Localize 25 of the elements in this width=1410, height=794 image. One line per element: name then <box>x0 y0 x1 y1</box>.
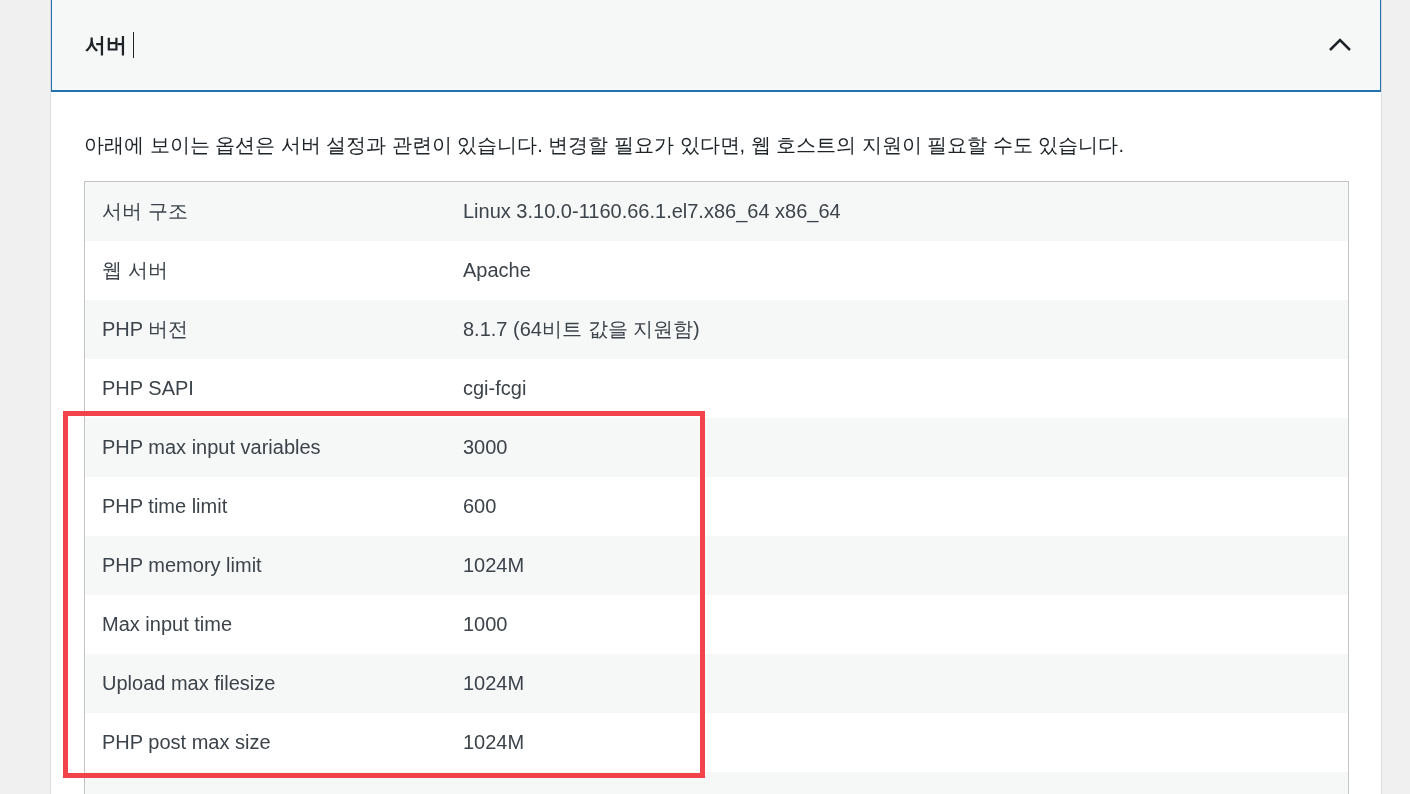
setting-label: PHP max input variables <box>101 436 322 459</box>
text-cursor-icon <box>133 32 134 58</box>
section-header[interactable]: 서버 <box>51 0 1381 92</box>
setting-value: cgi-fcgi <box>463 377 527 400</box>
setting-value: 600 <box>463 495 497 518</box>
chevron-up-icon[interactable] <box>1328 38 1352 52</box>
setting-label: PHP SAPI <box>101 377 195 400</box>
setting-value: 8.1.7 (64비트 값을 지원함) <box>463 317 700 342</box>
setting-label: 서버 구조 <box>101 199 189 224</box>
setting-label: PHP memory limit <box>101 554 263 577</box>
setting-label: PHP time limit <box>101 495 229 518</box>
setting-label: PHP post max size <box>101 731 272 754</box>
setting-value: 1024M <box>463 554 525 577</box>
section-title: 서버 <box>85 32 127 58</box>
setting-value: Linux 3.10.0-1160.66.1.el7.x86_64 x86_64 <box>463 200 841 223</box>
setting-label: PHP 버전 <box>101 317 190 342</box>
setting-label: 웹 서버 <box>101 258 169 283</box>
section-description: 아래에 보이는 옵션은 서버 설정과 관련이 있습니다. 변경할 필요가 있다면, 웹 호스트의 지원이 필요할 수도 있습니다. <box>84 133 1126 158</box>
setting-value: 1000 <box>463 613 508 636</box>
setting-value: 1024M <box>463 672 525 695</box>
setting-label: Upload max filesize <box>101 672 277 695</box>
setting-label: Max input time <box>101 613 234 636</box>
setting-value: Apache <box>463 259 531 282</box>
setting-value: 3000 <box>463 436 508 459</box>
setting-value: 1024M <box>463 731 525 754</box>
